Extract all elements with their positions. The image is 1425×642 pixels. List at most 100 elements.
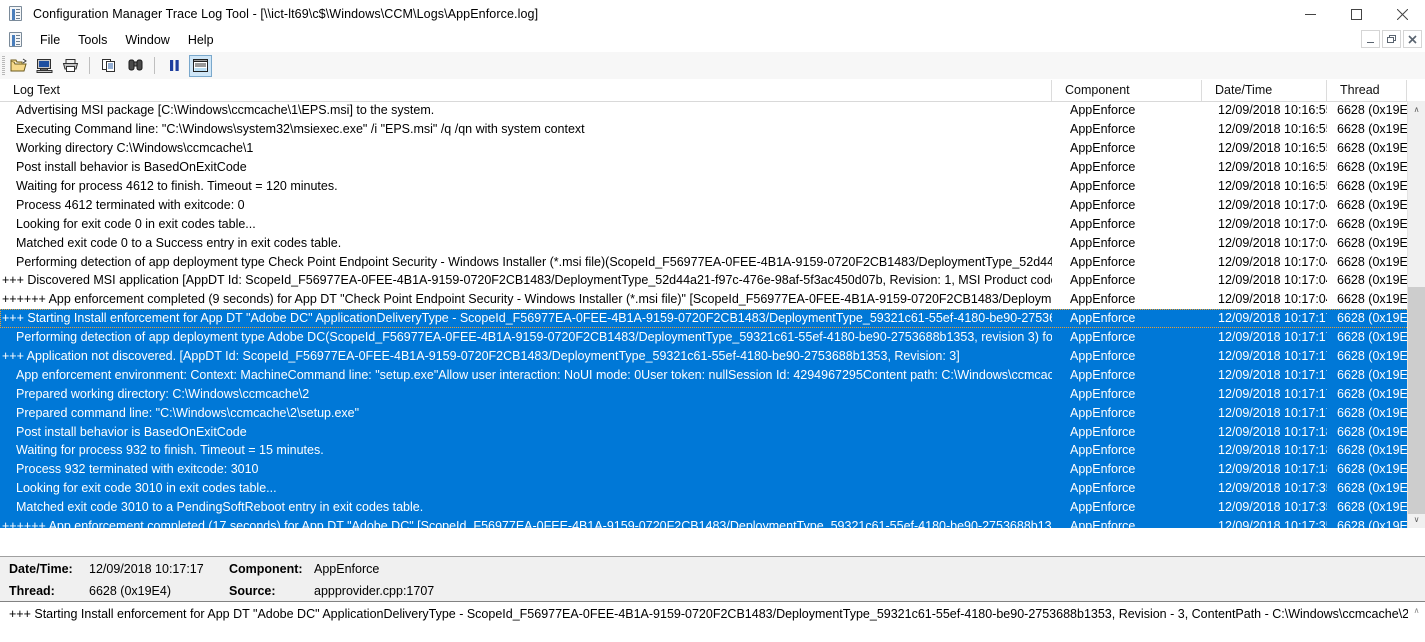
- menu-window[interactable]: Window: [116, 30, 178, 50]
- table-row[interactable]: App enforcement environment: Context: Ma…: [0, 365, 1425, 385]
- row-component: AppEnforce: [1070, 519, 1136, 528]
- mdi-restore-button[interactable]: [1382, 30, 1401, 48]
- copy-icon[interactable]: [98, 55, 121, 77]
- table-row[interactable]: Working directory C:\Windows\ccmcache\1 A…: [0, 139, 1425, 158]
- highlight-log-icon[interactable]: [189, 54, 212, 77]
- row-log-text: Prepared command line: "C:\Windows\ccmca…: [16, 405, 360, 420]
- row-datetime: 12/09/2018 10:17:17: [1218, 367, 1327, 382]
- menu-file[interactable]: File: [31, 30, 69, 50]
- table-row[interactable]: Prepared command line: "C:\Windows\ccmca…: [0, 403, 1425, 423]
- table-row[interactable]: Matched exit code 3010 to a PendingSoftR…: [0, 497, 1425, 517]
- column-header-filler: [1407, 80, 1425, 101]
- row-log-text: ++++++ App enforcement completed (17 sec…: [2, 519, 1052, 528]
- row-log-text: App enforcement environment: Context: Ma…: [16, 367, 1052, 382]
- mdi-minimize-button[interactable]: [1361, 30, 1380, 48]
- log-text-pane-scrollbar[interactable]: ∧: [1408, 602, 1425, 642]
- row-thread: 6628 (0x19E4): [1337, 519, 1407, 528]
- table-row[interactable]: Matched exit code 0 to a Success entry i…: [0, 233, 1425, 252]
- column-header-thread[interactable]: Thread: [1327, 80, 1407, 101]
- row-thread: 6628 (0x19E4): [1337, 235, 1407, 250]
- row-thread: 6628 (0x19E4): [1337, 386, 1407, 401]
- row-component: AppEnforce: [1070, 103, 1136, 118]
- find-binoculars-icon[interactable]: [124, 55, 147, 77]
- row-log-text: Matched exit code 0 to a Success entry i…: [16, 235, 342, 250]
- table-row[interactable]: Post install behavior is BasedOnExitCode…: [0, 158, 1425, 177]
- table-row[interactable]: Waiting for process 932 to finish. Timeo…: [0, 441, 1425, 460]
- detail-datetime-label: Date/Time:: [9, 562, 73, 576]
- row-datetime: 12/09/2018 10:17:04: [1218, 197, 1327, 212]
- row-log-text: Performing detection of app deployment t…: [16, 254, 1052, 269]
- menu-bar: File Tools Window Help: [0, 28, 1425, 52]
- row-component: AppEnforce: [1070, 122, 1136, 137]
- menu-help[interactable]: Help: [179, 30, 223, 50]
- mdi-child-log-document-icon[interactable]: [9, 32, 25, 48]
- row-component: AppEnforce: [1070, 216, 1136, 231]
- column-header-component[interactable]: Component: [1052, 80, 1202, 101]
- detail-source-label: Source:: [229, 584, 276, 598]
- row-thread: 6628 (0x19E4): [1337, 424, 1407, 439]
- row-datetime: 12/09/2018 10:17:17: [1218, 330, 1327, 345]
- table-row[interactable]: Post install behavior is BasedOnExitCode…: [0, 422, 1425, 442]
- table-row[interactable]: +++ Discovered MSI application [AppDT Id…: [0, 271, 1425, 290]
- row-component: AppEnforce: [1070, 292, 1136, 307]
- table-row[interactable]: +++ Starting Install enforcement for App…: [0, 308, 1425, 328]
- row-thread: 6628 (0x19E4): [1337, 481, 1407, 496]
- detail-component-label: Component:: [229, 562, 303, 576]
- table-row[interactable]: ++++++ App enforcement completed (9 seco…: [0, 290, 1425, 309]
- table-row[interactable]: Process 932 terminated with exitcode: 30…: [0, 459, 1425, 479]
- table-row[interactable]: Prepared working directory: C:\Windows\c…: [0, 384, 1425, 404]
- row-log-text: Performing detection of app deployment t…: [16, 330, 1052, 345]
- window-minimize-button[interactable]: [1287, 0, 1333, 28]
- table-row[interactable]: Executing Command line: "C:\Windows\syst…: [0, 120, 1425, 139]
- menu-tools[interactable]: Tools: [69, 30, 116, 50]
- pause-icon[interactable]: [163, 55, 186, 77]
- scroll-up-arrow-icon[interactable]: ∧: [1408, 101, 1425, 118]
- row-datetime: 12/09/2018 10:17:17: [1218, 311, 1327, 326]
- row-datetime: 12/09/2018 10:16:55: [1218, 122, 1327, 137]
- row-thread: 6628 (0x19E4): [1337, 500, 1407, 515]
- list-vertical-scrollbar[interactable]: ∧ ∨: [1407, 101, 1425, 528]
- window-maximize-button[interactable]: [1333, 0, 1379, 28]
- row-datetime: 12/09/2018 10:16:55: [1218, 103, 1327, 118]
- row-datetime: 12/09/2018 10:17:35: [1218, 481, 1327, 496]
- row-thread: 6628 (0x19E4): [1337, 197, 1407, 212]
- row-component: AppEnforce: [1070, 405, 1136, 420]
- row-thread: 6628 (0x19E4): [1337, 330, 1407, 345]
- row-component: AppEnforce: [1070, 443, 1136, 458]
- log-rows-container[interactable]: Advertising MSI package [C:\Windows\ccmc…: [0, 101, 1425, 528]
- window-close-button[interactable]: [1379, 0, 1425, 28]
- table-row[interactable]: Process 4612 terminated with exitcode: 0…: [0, 195, 1425, 214]
- table-row[interactable]: ++++++ App enforcement completed (17 sec…: [0, 516, 1425, 528]
- title-bar: Configuration Manager Trace Log Tool - […: [0, 0, 1425, 28]
- table-row[interactable]: Performing detection of app deployment t…: [0, 252, 1425, 271]
- mdi-close-button[interactable]: [1403, 30, 1422, 48]
- print-icon[interactable]: [59, 55, 82, 77]
- row-log-text: Advertising MSI package [C:\Windows\ccmc…: [16, 103, 435, 118]
- row-datetime: 12/09/2018 10:17:04: [1218, 273, 1327, 288]
- row-datetime: 12/09/2018 10:16:55: [1218, 160, 1327, 175]
- pane-scroll-up-arrow-icon[interactable]: ∧: [1408, 602, 1425, 619]
- toolbar: [0, 52, 1425, 80]
- row-log-text: Matched exit code 3010 to a PendingSoftR…: [16, 500, 424, 515]
- row-log-text: Looking for exit code 3010 in exit codes…: [16, 481, 277, 496]
- table-row[interactable]: Looking for exit code 3010 in exit codes…: [0, 478, 1425, 498]
- log-text-pane[interactable]: +++ Starting Install enforcement for App…: [0, 601, 1425, 642]
- column-header-log-text[interactable]: Log Text: [0, 80, 1052, 101]
- table-row[interactable]: Performing detection of app deployment t…: [0, 327, 1425, 347]
- open-file-icon[interactable]: [7, 55, 30, 77]
- table-row[interactable]: +++ Application not discovered. [AppDT I…: [0, 346, 1425, 366]
- row-component: AppEnforce: [1070, 254, 1136, 269]
- row-log-text: Waiting for process 4612 to finish. Time…: [16, 179, 338, 193]
- scroll-down-arrow-icon[interactable]: ∨: [1408, 511, 1425, 528]
- detail-row-1: Date/Time: 12/09/2018 10:17:17 Component…: [0, 557, 1425, 579]
- row-thread: 6628 (0x19E4): [1337, 103, 1407, 118]
- table-row[interactable]: Looking for exit code 0 in exit codes ta…: [0, 214, 1425, 233]
- row-datetime: 12/09/2018 10:16:55: [1218, 179, 1327, 193]
- scroll-thumb[interactable]: [1408, 287, 1425, 514]
- table-row[interactable]: Waiting for process 4612 to finish. Time…: [0, 177, 1425, 196]
- table-row[interactable]: Advertising MSI package [C:\Windows\ccmc…: [0, 101, 1425, 120]
- row-component: AppEnforce: [1070, 500, 1136, 515]
- column-header-datetime[interactable]: Date/Time: [1202, 80, 1327, 101]
- log-text-pane-content: +++ Starting Install enforcement for App…: [9, 607, 1425, 621]
- monitor-icon[interactable]: [33, 55, 56, 77]
